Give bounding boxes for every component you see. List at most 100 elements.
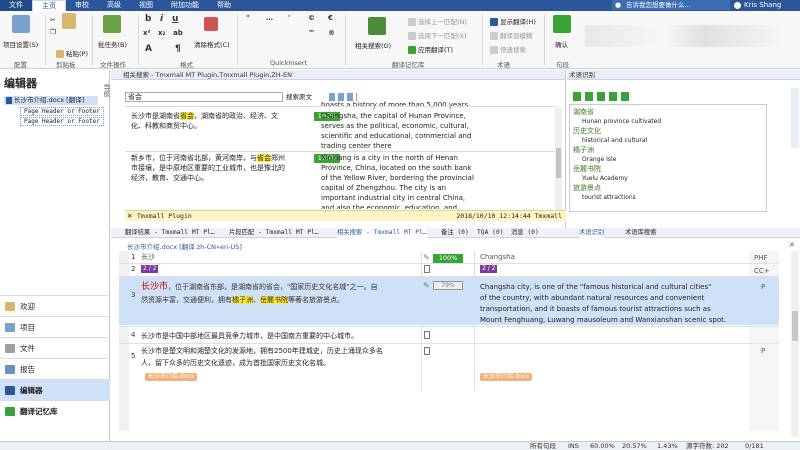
nav-projects[interactable]: 项目 (0, 316, 110, 337)
row-2-target-tag[interactable]: 2 / 2 (480, 265, 498, 273)
document-tree-item[interactable]: 长沙市介绍.docx [翻译] (4, 96, 98, 105)
menu-addins[interactable]: 附加功能 (162, 0, 208, 11)
concordance-button[interactable]: 相关搜索(O) (355, 40, 391, 50)
row-2-source-tag[interactable]: 2 / 2 (141, 265, 159, 273)
row-3-edit-icon: ✎ (423, 281, 430, 290)
cut-icon[interactable]: ✂ (50, 16, 55, 24)
insert-tm-icon[interactable]: ™ (308, 29, 315, 37)
confirm-button[interactable]: 确认 (555, 39, 568, 49)
insert-euro-icon[interactable]: € (328, 14, 333, 22)
translate-fuzzy-button[interactable]: 翻译到模糊 (490, 30, 533, 40)
apply-translation-button[interactable]: 应用翻译(T) (408, 44, 453, 54)
row-1-target[interactable]: Changsha (480, 252, 515, 262)
superscript-button[interactable]: x² (143, 29, 151, 37)
quick-search-button[interactable]: 快速搜索 (490, 44, 526, 54)
row-3-target-line-4[interactable]: Mount Fenghuang, Luwang mausoleum and Wa… (480, 315, 726, 325)
nav-editor[interactable]: 编辑器 (0, 379, 110, 400)
editor-scrollbar[interactable] (791, 251, 799, 437)
group-quickinsert: QuickInsert (270, 59, 308, 67)
row-3-status: 79% (433, 281, 463, 290)
tab-translation-results[interactable]: 翻译结果 - Tmxmall MT Pl… (125, 228, 215, 238)
tab-concordance[interactable]: 相关搜索 - Tmxmall MT Pl… (337, 228, 427, 238)
paste-label: 粘贴(P) (66, 50, 88, 58)
group-terms: 术语 (497, 61, 510, 69)
insert-quote-icon[interactable]: " (246, 14, 250, 22)
project-settings-button[interactable]: 项目设置(S) (3, 39, 38, 49)
tab-term-recognition[interactable]: 术语识别 (579, 228, 605, 238)
term-5[interactable]: 旅游景点 (573, 183, 601, 193)
tab-termbase-search[interactable]: 术语库搜索 (625, 228, 656, 238)
tab-comments[interactable]: 备注 (0) (441, 228, 469, 238)
insert-copyright-icon[interactable]: © (308, 14, 315, 22)
menu-file[interactable]: 文件 (0, 0, 32, 11)
row-3-source-line-2[interactable]: 然资源丰富，交通便利，拥有橘子洲、岳麓书院等著名旅游景点。 (141, 295, 344, 305)
highlight-button[interactable]: ab (173, 29, 183, 37)
row-3-number: 3 (131, 291, 136, 299)
subscript-button[interactable]: x₂ (158, 29, 166, 37)
nav-welcome[interactable]: 欢迎 (0, 295, 110, 316)
editor-close-icon[interactable]: ✕ (789, 241, 795, 249)
editor-file-tab[interactable]: 长沙市介绍.docx [翻译 zh-CN»en-US] (127, 241, 242, 251)
clear-format-button[interactable]: 清除格式(C) (194, 39, 230, 49)
editor-icon (5, 386, 15, 395)
next-match-button[interactable]: 选择下一匹配(X) (408, 30, 467, 40)
row-1-source[interactable]: 长沙 (141, 252, 155, 262)
menu-bar: 文件 主页 审校 高级 视图 附加功能 帮助 告诉我您想要做什么... ● Kr… (0, 0, 800, 11)
search-input[interactable]: 省会 (125, 92, 283, 102)
prev-match-button[interactable]: 选择上一匹配(N) (408, 16, 467, 26)
tab-tqa[interactable]: TQA (0) (477, 228, 504, 238)
format-a-button[interactable]: A (145, 44, 152, 54)
result-2-source-line-3: 经济，教育、交通中心。 (131, 174, 208, 182)
row-3-source-line-1[interactable]: 长沙市，位于湖南省东部，是湖南省的省会，"国家历史文化名城"之一。自 (141, 282, 377, 292)
row-3-target-line-1[interactable]: Changsha city, is one of the "famous his… (480, 282, 711, 292)
tree-item-header-1[interactable]: Page Header or Footer (20, 107, 104, 116)
insert-registered-icon[interactable]: ® (328, 29, 335, 37)
row-3-target-line-3[interactable]: transportation, and it boasts of famous … (480, 304, 711, 314)
underline-button[interactable]: u (172, 14, 178, 24)
side-tab-navigation[interactable]: 导航 (101, 84, 111, 97)
concordance-icon (368, 17, 386, 35)
tab-messages[interactable]: 消息 (0) (511, 228, 539, 238)
row-4-source[interactable]: 长沙市是中国中部地区最具竞争力城市，是中国南方重要的中心城市。 (141, 331, 358, 341)
quick-search-label: 快速搜索 (500, 46, 526, 54)
row-1-status: 100% (433, 254, 463, 263)
group-tm: 翻译记忆库 (392, 61, 425, 69)
show-translation-button[interactable]: 显示翻译(H) (490, 16, 536, 26)
termbase-toolbar-icons[interactable] (573, 92, 629, 101)
bold-button[interactable]: b (145, 14, 151, 24)
row-5-source-line-2[interactable]: 人，留下众多的历史文化遗迹，成为首批国家历史文化名城。 (141, 358, 330, 368)
show-translation-label: 显示翻译(H) (500, 18, 536, 26)
ribbon: 项目设置(S) 配置 ✂ ❐ 粘贴(P) 剪贴板 批任务(B) 文件操作 b i… (0, 11, 800, 69)
paste-button[interactable]: 粘贴(P) (56, 48, 88, 58)
nav-tm[interactable]: 翻译记忆库 (0, 400, 110, 421)
insert-apostrophe-icon[interactable]: ' (288, 14, 290, 22)
insert-ellipsis-icon[interactable]: … (266, 14, 273, 22)
term-4[interactable]: 岳麓书院 (573, 164, 601, 174)
help-search-box[interactable]: 告诉我您想要做什么... (612, 0, 730, 10)
status-filter[interactable]: 所有句段 (530, 442, 556, 450)
copy-icon[interactable]: ❐ (50, 28, 56, 36)
term-2[interactable]: 历史文化 (573, 126, 601, 136)
menu-advanced[interactable]: 高级 (98, 0, 130, 11)
menu-view[interactable]: 视图 (130, 0, 162, 11)
term-1[interactable]: 湖南省 (573, 107, 594, 117)
italic-button[interactable]: i (160, 14, 163, 24)
concordance-scrollbar[interactable] (555, 108, 562, 210)
row-5-source-line-1[interactable]: 长沙市是楚文明和湘楚文化的发源地，拥有2500年建城史，历史上涌现众多名 (141, 346, 383, 356)
tree-item-header-2[interactable]: Page Header or Footer (20, 117, 104, 126)
termbase-side-tab[interactable] (791, 88, 799, 148)
row-3-target-line-2[interactable]: of the country, with abundant natural re… (480, 293, 704, 303)
nav-files[interactable]: 文件 (0, 337, 110, 358)
user-name[interactable]: Kris Shang (744, 0, 781, 11)
tab-fragment-match[interactable]: 片段匹配 - Tmxmall MT Pl… (229, 228, 319, 238)
menu-help[interactable]: 帮助 (208, 0, 240, 11)
group-format: 格式 (180, 61, 193, 69)
paragraph-button[interactable]: ¶ (175, 44, 181, 54)
term-3[interactable]: 橘子洲 (573, 145, 594, 155)
batch-tasks-icon (103, 15, 121, 33)
batch-tasks-button[interactable]: 批任务(B) (98, 39, 127, 49)
nav-reports[interactable]: 报告 (0, 358, 110, 379)
menu-home[interactable]: 主页 (32, 0, 66, 11)
menu-review[interactable]: 审校 (66, 0, 98, 11)
row-5-doc-icon (424, 347, 430, 355)
